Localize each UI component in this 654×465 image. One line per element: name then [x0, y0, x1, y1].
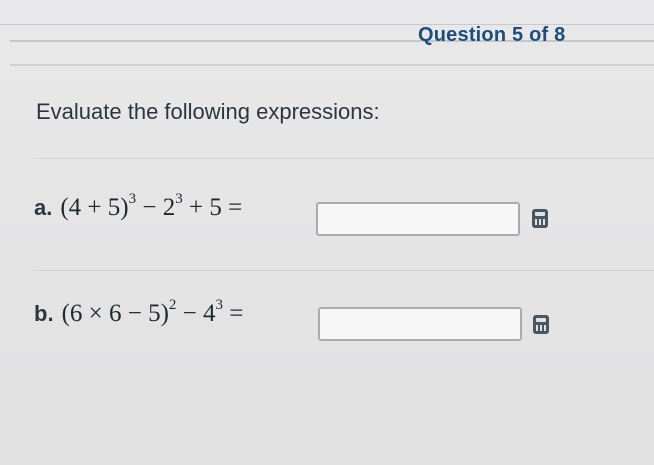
problem-letter: b. — [34, 301, 54, 326]
instructions-text: Evaluate the following expressions: — [36, 99, 380, 124]
expression: (4 + 5)3 − 23 + 5 = — [60, 190, 243, 221]
keypad-icon[interactable] — [533, 315, 549, 334]
divider — [34, 270, 654, 271]
problem-b: b. (6 × 6 − 5)2 − 43 = — [34, 296, 244, 328]
question-counter: Question 5 of 8 — [418, 24, 566, 46]
divider — [34, 158, 654, 159]
problem-letter: a. — [34, 195, 53, 220]
expression: (6 × 6 − 5)2 − 43 = — [61, 296, 244, 327]
question-screen: Question 5 of 8 Evaluate the following e… — [0, 0, 654, 465]
keypad-icon[interactable] — [532, 209, 548, 228]
answer-input-a[interactable] — [316, 202, 520, 236]
answer-input-b[interactable] — [318, 307, 522, 341]
problem-a: a. (4 + 5)3 − 23 + 5 = — [34, 190, 243, 222]
top-bar — [0, 0, 654, 25]
